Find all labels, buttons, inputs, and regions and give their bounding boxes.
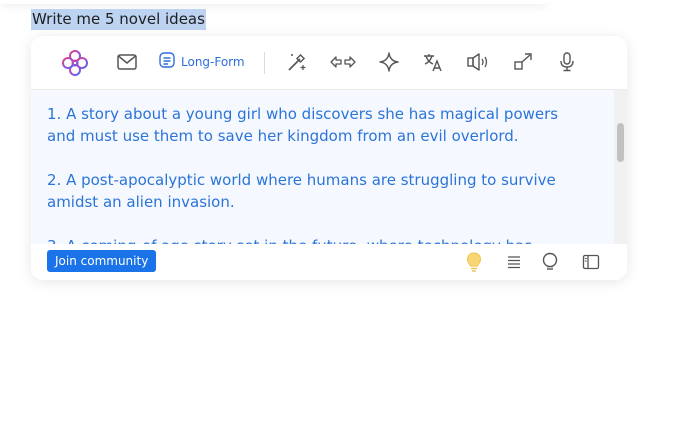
speaker-icon[interactable] (465, 50, 493, 74)
long-form-button[interactable]: Long-Form (158, 51, 245, 73)
swap-arrows-icon[interactable] (328, 50, 358, 74)
sparkle-icon[interactable] (377, 50, 401, 74)
response-area[interactable]: 1. A story about a young girl who discov… (31, 90, 614, 244)
translate-icon[interactable] (421, 50, 445, 74)
toolbar: Long-Form (31, 36, 627, 90)
share-icon[interactable] (511, 50, 535, 74)
mail-icon[interactable] (115, 50, 139, 74)
text-lines-icon[interactable] (503, 251, 525, 273)
selected-prompt-text[interactable]: Write me 5 novel ideas (31, 9, 206, 30)
scrollbar-thumb[interactable] (617, 123, 624, 162)
long-form-label: Long-Form (181, 55, 245, 69)
panel-footer: Join community (31, 244, 627, 280)
response-item: 2. A post-apocalyptic world where humans… (47, 171, 556, 211)
long-form-icon (158, 51, 176, 73)
lightbulb-filled-icon[interactable] (463, 251, 485, 273)
assistant-panel: Long-Form 1. A story about a young girl … (31, 36, 627, 280)
response-item: 3. A coming-of-age story set in the futu… (47, 235, 587, 244)
response-scrollbar[interactable] (614, 90, 627, 244)
microphone-icon[interactable] (555, 50, 579, 74)
join-community-button[interactable]: Join community (47, 250, 157, 272)
sidebar-icon[interactable] (580, 251, 602, 273)
response-item: 1. A story about a young girl who discov… (47, 105, 559, 145)
magic-wand-icon[interactable] (284, 50, 308, 74)
prompt-bar-shadow (0, 0, 548, 4)
lightbulb-outline-icon[interactable] (539, 251, 561, 273)
flower-logo-icon[interactable] (60, 49, 90, 77)
toolbar-divider (264, 52, 265, 74)
